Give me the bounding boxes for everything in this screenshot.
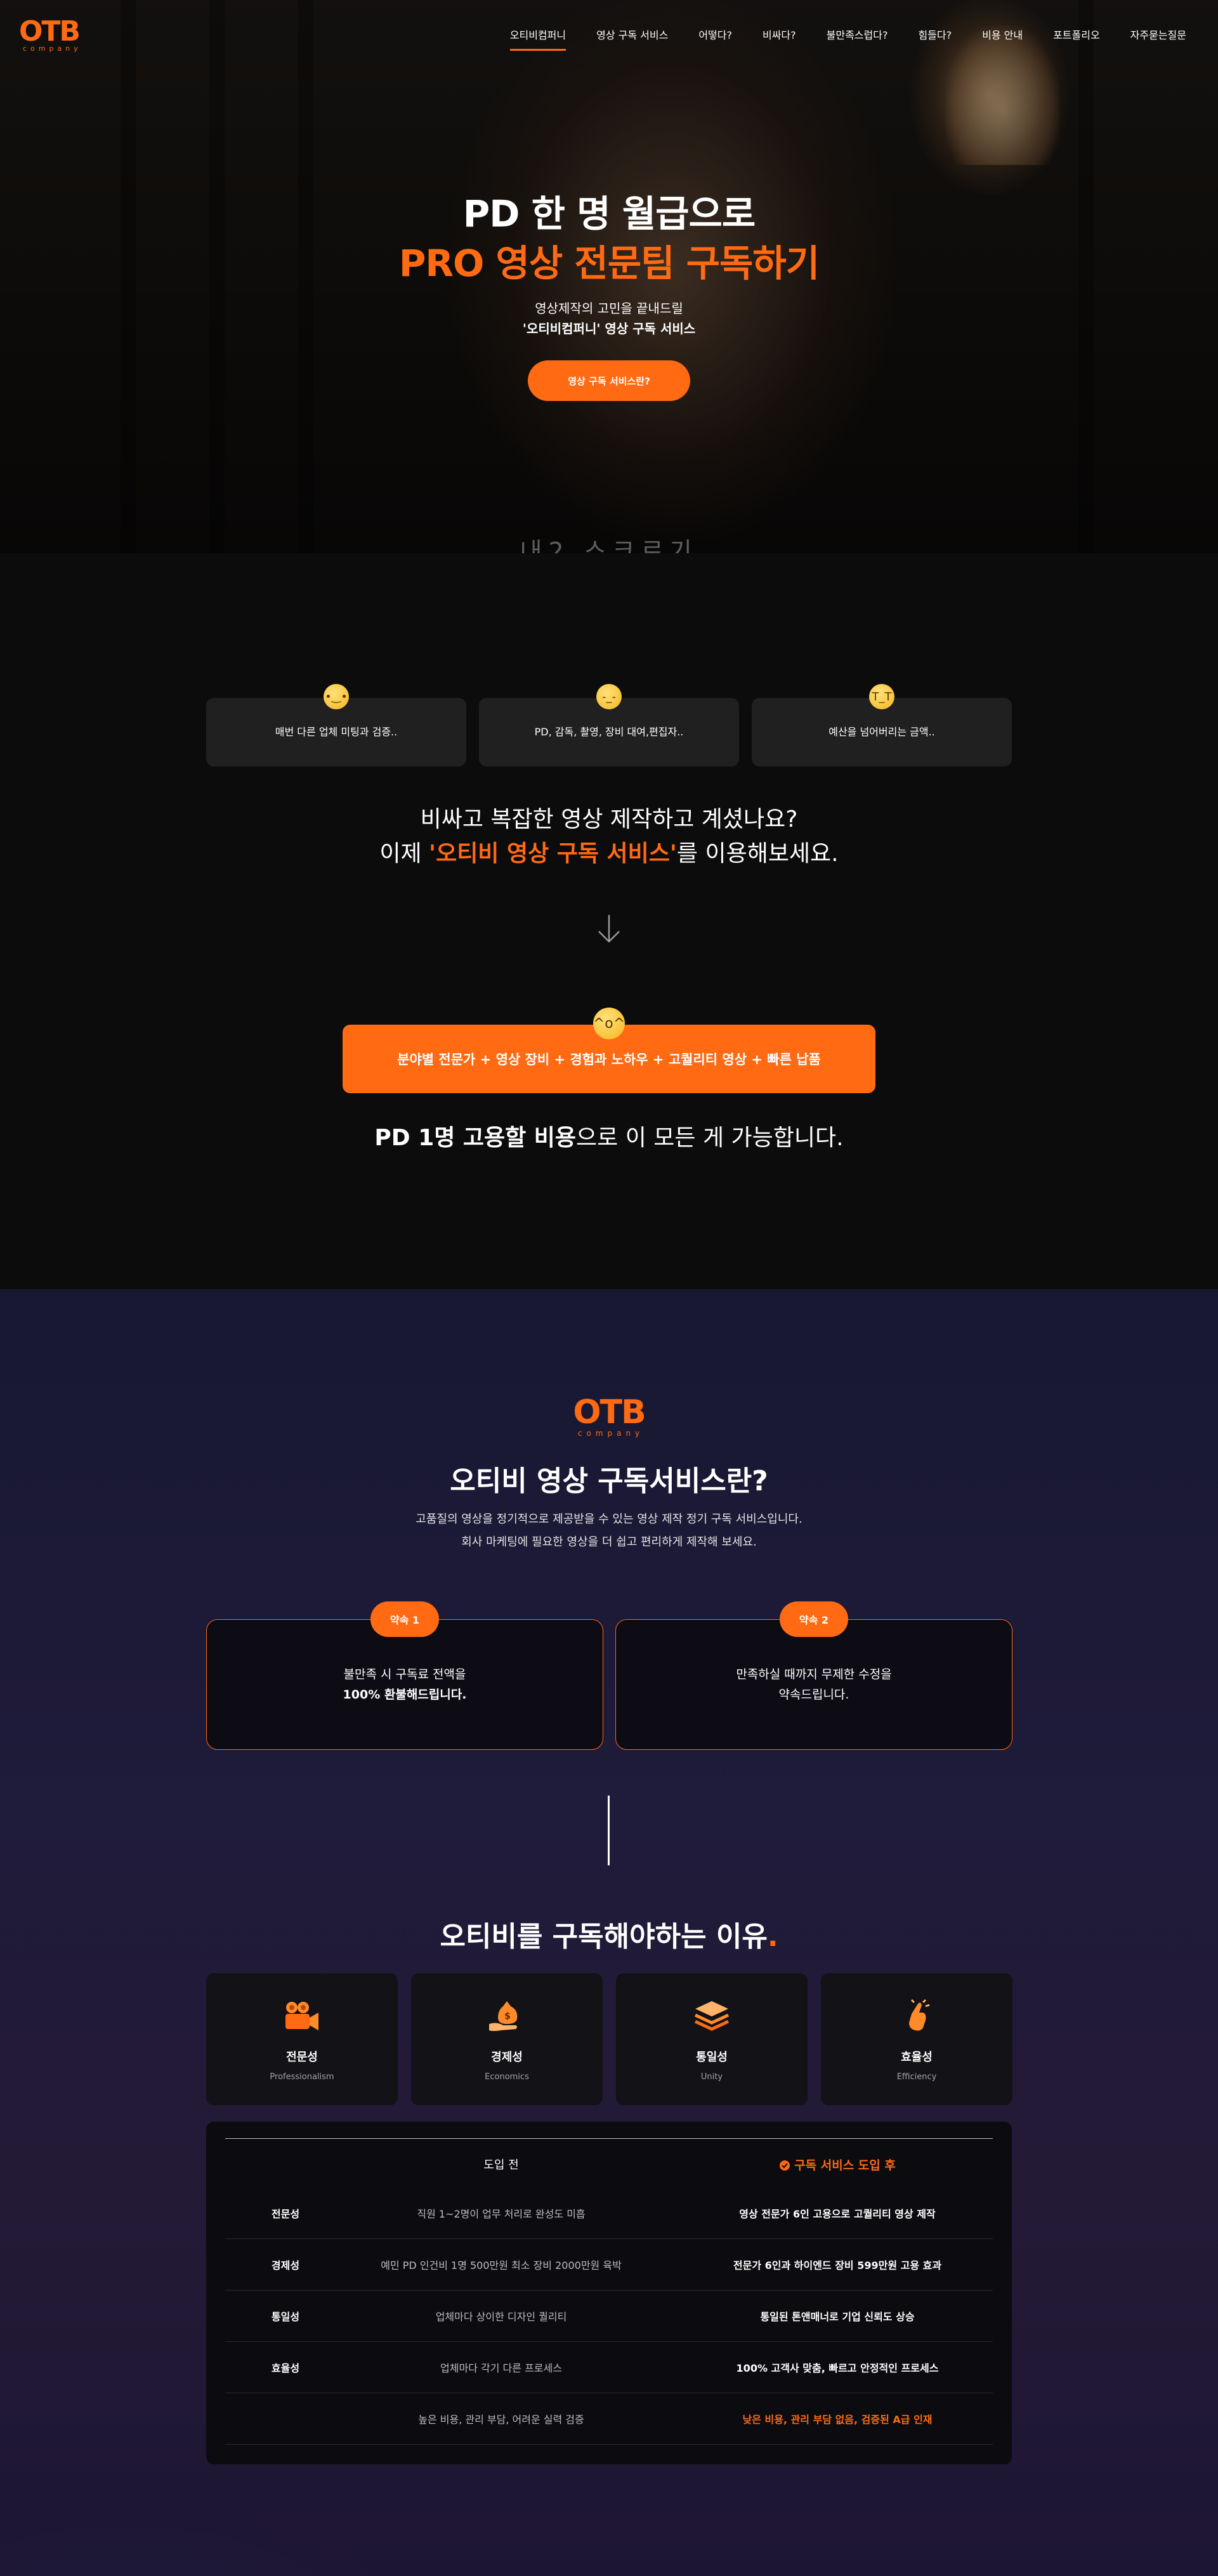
nav-item-otb-company[interactable]: 오티비컴퍼니 bbox=[509, 27, 566, 51]
table-cell-after-summary: 낮은 비용, 관리 부담 없음, 검증된 A급 인재 bbox=[742, 2414, 933, 2426]
table-header-after-text: 구독 서비스 도입 후 bbox=[794, 2159, 896, 2172]
hero-subtitle-bold: '오티비컴퍼니' 영상 구독 서비스 bbox=[522, 321, 696, 336]
site-header: OTB company 오티비컴퍼니 영상 구독 서비스 어떻다? 비싸다? 불… bbox=[0, 0, 1218, 70]
table-row-label: 통일성 bbox=[271, 2311, 300, 2323]
reason-card bbox=[821, 1973, 1012, 2105]
promise-text: 불만족 시 구독료 전액을 bbox=[343, 1667, 466, 1681]
table-header-before: 도입 전 bbox=[483, 2159, 519, 2172]
reason-english: Economics bbox=[485, 2072, 529, 2082]
nav-item-how[interactable]: 어떻다? bbox=[698, 27, 732, 51]
reason-name: 경제성 bbox=[491, 2051, 523, 2064]
table-row-label: 효율성 bbox=[271, 2362, 300, 2374]
hero-title-highlight: PRO 영상 전문팀 구독하기 bbox=[398, 242, 820, 285]
pain-card-text: PD, 감독, 촬영, 장비 대여,편집자.. bbox=[534, 726, 684, 738]
logo-subtext: company bbox=[23, 44, 82, 53]
nav-item-expensive[interactable]: 비싸다? bbox=[763, 27, 796, 51]
svg-text:$: $ bbox=[504, 2011, 511, 2021]
promise-badge: 약속 1 bbox=[370, 1601, 439, 1637]
reason-english: Professionalism bbox=[270, 2072, 334, 2082]
nav-item-hard[interactable]: 힘들다? bbox=[918, 27, 952, 51]
logo-text: OTB bbox=[19, 15, 81, 48]
check-circle-icon bbox=[780, 2160, 790, 2171]
reason-english: Unity bbox=[700, 2072, 723, 2082]
arrow-down-icon bbox=[598, 915, 620, 943]
hero-subtitle: 영상제작의 고민을 끝내드릴 bbox=[535, 301, 683, 316]
pain-invite-highlight: '오티비 영상 구독 서비스' bbox=[429, 841, 677, 867]
worried-face-icon: •‿• bbox=[324, 684, 349, 709]
about-description: 고품질의 영상을 정기적으로 제공받을 수 있는 영상 제작 정기 구독 서비스… bbox=[416, 1513, 802, 1526]
money-bag-hand-icon: $ bbox=[411, 1999, 603, 2033]
table-top-line bbox=[225, 2138, 993, 2139]
nav-item-portfolio[interactable]: 포트폴리오 bbox=[1053, 27, 1100, 51]
pain-invite-pre: 이제 bbox=[379, 841, 429, 867]
reason-name: 전문성 bbox=[286, 2051, 318, 2064]
table-cell-before: 예민 PD 인건비 1명 500만원 최소 장비 2000만원 육박 bbox=[381, 2259, 622, 2271]
table-row-divider bbox=[225, 2444, 993, 2445]
hero-title: PD 한 명 월급으로 bbox=[462, 192, 756, 235]
about-description: 회사 마케팅에 필요한 영상을 더 쉽고 편리하게 제작해 보세요. bbox=[461, 1535, 757, 1549]
table-cell-after: 통일된 톤앤매너로 기업 신뢰도 상승 bbox=[760, 2311, 915, 2323]
nav-item-unsatisfied[interactable]: 불만족스럽다? bbox=[827, 27, 888, 51]
video-camera-icon bbox=[206, 1999, 398, 2033]
promise-card bbox=[206, 1619, 603, 1750]
table-cell-after: 전문가 6인과 하이엔드 장비 599만원 고용 효과 bbox=[733, 2259, 942, 2271]
scroll-hint: 내2 스크로기 bbox=[520, 537, 698, 553]
finger-snap-icon bbox=[821, 1999, 1012, 2033]
reason-card bbox=[206, 1973, 398, 2105]
promise-card bbox=[615, 1619, 1012, 1750]
table-cell-before: 업체마다 상이한 디자인 퀄리티 bbox=[435, 2311, 567, 2323]
pain-card-text: 매번 다른 업체 미팅과 검증.. bbox=[275, 726, 398, 738]
crying-face-icon: T_T bbox=[869, 684, 894, 709]
about-title: 오티비 영상 구독서비스란? bbox=[450, 1465, 768, 1497]
section-divider-line bbox=[608, 1796, 610, 1865]
tired-face-icon: -_- bbox=[596, 684, 622, 709]
table-cell-after: 100% 고객사 맞춤, 빠르고 안정적인 프로세스 bbox=[736, 2362, 939, 2374]
layers-icon bbox=[616, 1999, 808, 2033]
pain-invite: 이제 '오티비 영상 구독 서비스'를 이용해보세요. bbox=[0, 835, 1218, 868]
reasons-title-text: 오티비를 구독해야하는 이유 bbox=[440, 1921, 768, 1953]
pain-conclusion-bold: PD 1명 고용할 비용 bbox=[374, 1125, 577, 1151]
pain-question: 비싸고 복잡한 영상 제작하고 계셨나요? bbox=[420, 806, 798, 832]
reason-name: 효율성 bbox=[901, 2051, 933, 2064]
section-logo-text: OTB bbox=[573, 1393, 646, 1431]
nav-item-pricing[interactable]: 비용 안내 bbox=[982, 27, 1023, 51]
table-cell-before: 직원 1~2명이 업무 처리로 완성도 미흡 bbox=[417, 2208, 586, 2220]
main-nav: 오티비컴퍼니 영상 구독 서비스 어떻다? 비싸다? 불만족스럽다? 힘들다? … bbox=[480, 27, 1186, 51]
pain-invite-post: 를 이용해보세요. bbox=[676, 841, 839, 867]
promise-text: 만족하실 때까지 무제한 수정을 bbox=[736, 1667, 892, 1681]
table-cell-before: 업체마다 각기 다른 프로세스 bbox=[440, 2362, 562, 2374]
laughing-face-icon: ^o^ bbox=[593, 1008, 625, 1039]
table-row-label: 경제성 bbox=[271, 2259, 300, 2271]
pain-conclusion: PD 1명 고용할 비용으로 이 모든 게 가능합니다. bbox=[0, 1119, 1218, 1152]
reason-name: 통일성 bbox=[696, 2051, 728, 2064]
reasons-title: 오티비를 구독해야하는 이유. bbox=[0, 1914, 1218, 1954]
table-row-divider bbox=[225, 2238, 993, 2239]
table-header-after: 구독 서비스 도입 후 bbox=[710, 2156, 964, 2173]
pain-card-text: 예산을 넘어버리는 금액.. bbox=[828, 726, 935, 738]
nav-item-subscription[interactable]: 영상 구독 서비스 bbox=[596, 27, 668, 51]
section-logo-subtext: company bbox=[577, 1429, 645, 1438]
reason-english: Efficiency bbox=[896, 2072, 937, 2082]
table-row-label: 전문성 bbox=[271, 2208, 300, 2220]
reasons-title-dot: . bbox=[767, 1921, 778, 1953]
table-cell-before: 높은 비용, 관리 부담, 어려운 실력 검증 bbox=[418, 2414, 584, 2426]
table-row-divider bbox=[225, 2341, 993, 2342]
nav-item-faq[interactable]: 자주묻는질문 bbox=[1130, 27, 1186, 51]
promise-text-bold: 100% 환불해드립니다. bbox=[343, 1688, 467, 1702]
table-cell-after: 영상 전문가 6인 고용으로 고퀄리티 영상 제작 bbox=[739, 2208, 936, 2220]
pain-conclusion-rest: 으로 이 모든 게 가능합니다. bbox=[576, 1125, 844, 1151]
header-logo[interactable]: OTB company bbox=[19, 18, 90, 53]
promise-badge: 약속 2 bbox=[780, 1601, 848, 1637]
reason-card bbox=[411, 1973, 603, 2105]
section-logo: OTB company bbox=[565, 1396, 653, 1438]
reason-card bbox=[616, 1973, 808, 2105]
hero-cta-button[interactable]: 영상 구독 서비스란? bbox=[528, 360, 690, 401]
promise-text: 약속드립니다. bbox=[778, 1688, 849, 1702]
